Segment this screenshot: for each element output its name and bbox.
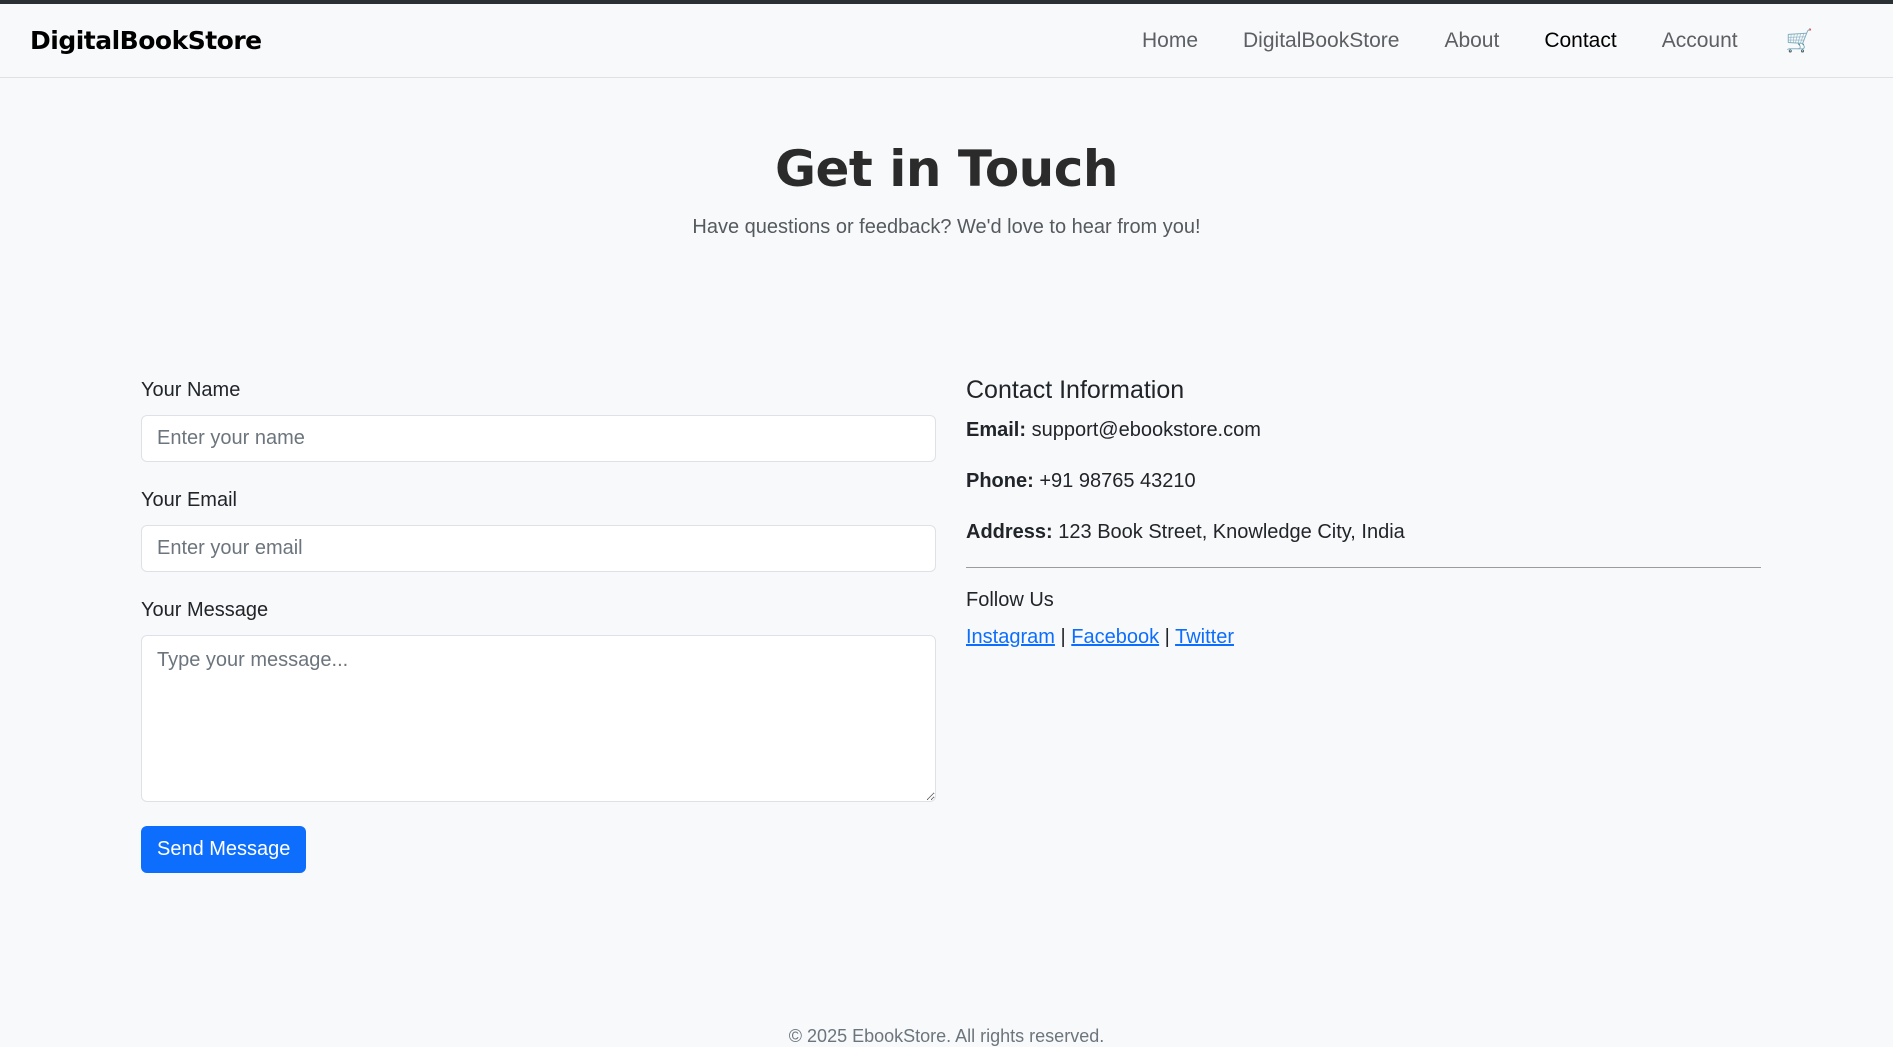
contact-phone-line: Phone: +91 98765 43210 [966, 470, 1761, 493]
email-input[interactable] [141, 525, 936, 572]
email-label: Your Email [141, 489, 237, 511]
name-group: Your Name [141, 379, 936, 462]
contact-email-value: support@ebookstore.com [1031, 419, 1261, 441]
page-title: Get in Touch [774, 140, 1119, 198]
facebook-link[interactable]: Facebook [1071, 626, 1159, 648]
footer-text: © 2025 EbookStore. All rights reserved. [788, 1026, 1105, 1046]
brand-logo[interactable]: DigitalBookStore [30, 26, 262, 55]
contact-info: Contact Information Email: support@ebook… [966, 376, 1761, 873]
contact-address-line: Address: 123 Book Street, Knowledge City… [966, 521, 1761, 544]
nav-links: Home DigitalBookStore About Contact Acco… [1097, 28, 1813, 54]
email-group: Your Email [141, 489, 936, 572]
contact-phone-value: +91 98765 43210 [1039, 470, 1196, 492]
send-message-button[interactable]: Send Message [141, 826, 307, 873]
follow-us-title: Follow Us [966, 589, 1054, 611]
message-group: Your Message [141, 599, 936, 807]
hero-section: Get in Touch Have questions or feedback?… [0, 78, 1893, 239]
social-separator: | [1164, 626, 1170, 648]
social-separator: | [1060, 626, 1066, 648]
nav-link-about[interactable]: About [1444, 29, 1499, 53]
divider [966, 567, 1761, 568]
contact-email-label: Email: [966, 419, 1027, 441]
nav-link-contact[interactable]: Contact [1544, 29, 1616, 53]
social-links: Instagram | Facebook | Twitter [966, 626, 1761, 649]
contact-address-value: 123 Book Street, Knowledge City, India [1058, 521, 1405, 543]
message-textarea[interactable] [141, 635, 936, 802]
contact-address-label: Address: [966, 521, 1053, 543]
cart-icon[interactable]: 🛒 [1786, 28, 1813, 54]
message-label: Your Message [141, 599, 269, 621]
navbar: DigitalBookStore Home DigitalBookStore A… [0, 4, 1893, 78]
contact-phone-label: Phone: [966, 470, 1034, 492]
contact-info-heading: Contact Information [966, 376, 1185, 404]
nav-link-digitalbookstore[interactable]: DigitalBookStore [1243, 29, 1399, 53]
contact-form: Your Name Your Email Your Message Send M… [141, 379, 936, 873]
instagram-link[interactable]: Instagram [966, 626, 1055, 648]
nav-link-home[interactable]: Home [1142, 29, 1198, 53]
nav-link-account[interactable]: Account [1662, 29, 1738, 53]
name-input[interactable] [141, 415, 936, 462]
contact-content: Your Name Your Email Your Message Send M… [0, 376, 1893, 873]
footer: © 2025 EbookStore. All rights reserved. [0, 1026, 1893, 1047]
name-label: Your Name [141, 379, 241, 401]
twitter-link[interactable]: Twitter [1175, 626, 1234, 648]
contact-email-line: Email: support@ebookstore.com [966, 419, 1761, 442]
page-subtitle: Have questions or feedback? We'd love to… [692, 216, 1201, 238]
